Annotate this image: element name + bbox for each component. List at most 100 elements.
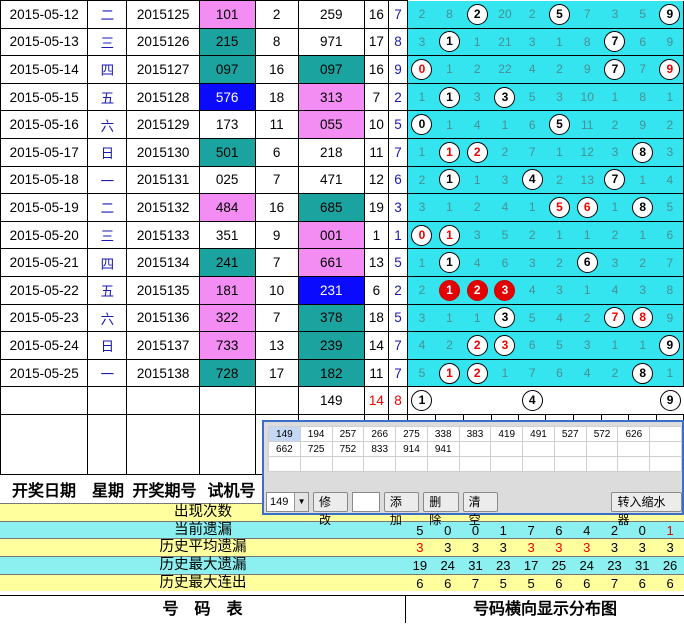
grid-cell[interactable]: 662 [268, 441, 301, 457]
grid-cell [426, 456, 460, 472]
trial-number: 313 [297, 82, 366, 112]
sum-value: 7 [254, 248, 299, 277]
stats-value: 7 [527, 522, 535, 538]
grid-cell[interactable]: 752 [331, 441, 365, 457]
grid-cell [649, 426, 682, 442]
issue-number: 2015132 [126, 193, 200, 222]
grid-cell[interactable]: 419 [490, 426, 524, 442]
grid-cell[interactable]: 266 [363, 426, 397, 442]
dist-cell-9: 2 [656, 110, 684, 139]
dist-cell-8: 1 [628, 166, 657, 195]
grid-cell[interactable]: 149 [268, 426, 301, 442]
trial-number-dialog[interactable]: 149 194 257 266 275 338 383 419 491 527 572 626 662 7… [262, 420, 684, 527]
grid-cell[interactable] [553, 441, 587, 457]
grid-cell[interactable] [617, 441, 651, 457]
grid-cell[interactable]: 833 [363, 441, 397, 457]
empty-cell [0, 386, 89, 415]
pending-cell-1 [435, 386, 464, 415]
issue-number: 2015137 [126, 331, 200, 360]
stats-value: 1 [499, 522, 507, 538]
dist-cell-3: 4 [491, 193, 519, 222]
grid-cell[interactable]: 491 [522, 426, 555, 442]
grid-cell[interactable]: 626 [617, 426, 651, 442]
draw-code: 101 [198, 0, 256, 29]
dist-cell-5: 5 [545, 193, 574, 222]
weekday: 六 [87, 303, 128, 333]
delete-button[interactable]: 删除 [423, 492, 459, 527]
dist-cell-1: 1 [435, 83, 464, 112]
grid-cell[interactable]: 527 [553, 426, 587, 442]
chevron-down-icon[interactable]: ▼ [294, 493, 309, 511]
grid-cell[interactable]: 275 [395, 426, 428, 442]
number-ball: 4 [521, 390, 543, 412]
stats-value: 1 [666, 522, 674, 538]
dist-cell-3: 3 [491, 331, 519, 360]
table-row: 2015-05-13 三 2015126 215 8 971 17 8 3 1 1 21 3 1 8 7 6 9 [0, 27, 684, 57]
grid-cell[interactable]: 338 [426, 426, 460, 442]
grid-cell[interactable]: 572 [585, 426, 619, 442]
weekday: 五 [87, 82, 128, 112]
number-select[interactable]: 149 ▼ [266, 492, 310, 512]
draw-date: 2015-05-15 [0, 82, 89, 112]
grid-cell[interactable]: 914 [395, 441, 428, 457]
number-ball: 5 [548, 114, 570, 136]
clear-button[interactable]: 清空 [462, 492, 499, 527]
stats-value: 5 [499, 575, 507, 591]
number-ball: 9 [659, 58, 681, 80]
table-row: 2015-05-18 一 2015131 025 7 471 12 6 2 1 1 3 4 2 13 7 1 4 [0, 165, 684, 195]
dist-cell-2: 4 [463, 248, 492, 277]
grid-cell[interactable] [490, 441, 524, 457]
grid-cell[interactable]: 194 [299, 426, 333, 442]
empty-cell [126, 386, 200, 415]
grid-cell[interactable]: 941 [426, 441, 460, 457]
number-ball: 0 [411, 114, 433, 136]
grid-cell [553, 456, 587, 472]
add-button[interactable]: 添加 [383, 492, 420, 527]
stats-value: 3 [499, 540, 507, 556]
dist-cell-3: 3 [491, 304, 519, 333]
dist-cell-8: 3 [628, 276, 657, 305]
dist-cell-0: 2 [407, 0, 436, 29]
span-value: 7 [364, 82, 389, 112]
grid-cell[interactable] [458, 441, 492, 457]
number-ball: 7 [604, 307, 626, 329]
dist-cell-0: 1 [407, 138, 436, 167]
dist-cell-1: 1 [435, 138, 464, 167]
number-ball: 8 [632, 141, 654, 163]
table-row: 2015-05-19 二 2015132 484 16 685 19 3 3 1 2 4 1 5 6 1 8 5 [0, 193, 684, 222]
dist-cell-9: 3 [656, 138, 684, 167]
number-ball: 3 [494, 307, 516, 329]
grid-cell[interactable] [585, 441, 619, 457]
grid-cell [585, 456, 619, 472]
modify-button[interactable]: 修改 [313, 492, 349, 527]
dist-cell-8: 1 [628, 331, 657, 360]
table-row: 2015-05-23 六 2015136 322 7 378 18 5 3 1 1 3 5 4 2 7 8 9 [0, 303, 684, 333]
transfer-button[interactable]: 转入缩水器 [611, 492, 682, 527]
weekday: 四 [87, 248, 128, 277]
dist-cell-0: 0 [407, 55, 436, 84]
span-value: 17 [364, 27, 389, 57]
dist-cell-7: 7 [601, 28, 629, 57]
number-input[interactable] [352, 492, 380, 512]
dist-cell-0: 0 [407, 221, 436, 250]
trial-number-grid: 149 194 257 266 275 338 383 419 491 527 572 626 662 7… [268, 426, 682, 472]
pending-cell-6 [573, 386, 602, 415]
dist-cell-4: 4 [518, 276, 546, 305]
grid-cell[interactable]: 383 [458, 426, 492, 442]
table-row: 2015-05-14 四 2015127 097 16 097 16 9 0 1 2 22 4 2 9 7 7 9 [0, 55, 684, 84]
dist-cell-2: 1 [463, 304, 492, 333]
dist-cell-3: 3 [491, 166, 519, 195]
draw-date: 2015-05-22 [0, 275, 89, 305]
stats-value: 3 [555, 540, 563, 556]
span-value: 11 [364, 137, 389, 167]
grid-cell[interactable] [522, 441, 555, 457]
dist-cell-1: 1 [435, 28, 464, 57]
sum-value: 8 [254, 27, 299, 57]
issue-number: 2015131 [126, 165, 200, 195]
dist-cell-6: 3 [573, 331, 602, 360]
grid-cell[interactable]: 725 [299, 441, 333, 457]
issue-number: 2015133 [126, 220, 200, 250]
stats-value: 3 [527, 540, 535, 556]
dist-cell-5: 4 [545, 304, 574, 333]
grid-cell[interactable]: 257 [331, 426, 365, 442]
